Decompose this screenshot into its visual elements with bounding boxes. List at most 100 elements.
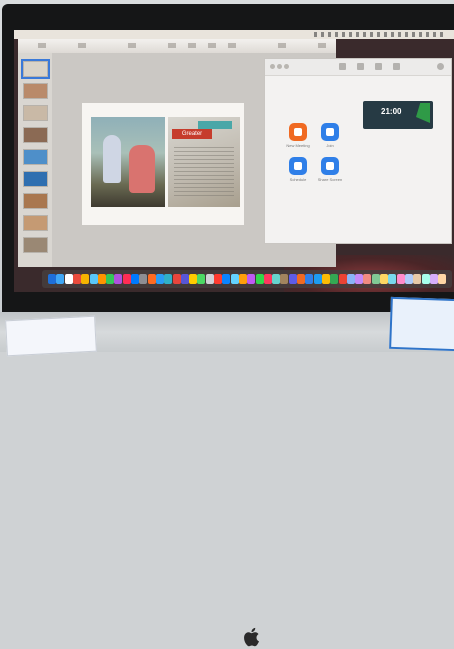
dock-app-icon[interactable] (122, 274, 131, 284)
new-meeting-button[interactable] (289, 123, 307, 141)
share-screen-icon (326, 162, 334, 170)
contacts-tab-icon[interactable] (393, 63, 400, 70)
slide-thumbnail[interactable] (23, 215, 48, 231)
clipping-banner (198, 121, 232, 129)
toolbar-format-icon[interactable] (318, 43, 326, 48)
dock-app-icon[interactable] (288, 274, 297, 284)
dock-app-icon[interactable] (238, 274, 247, 284)
share-screen-button[interactable] (321, 157, 339, 175)
dock-app-icon[interactable] (164, 274, 173, 284)
leaf-graphic-icon (416, 103, 430, 123)
toolbar-share-icon[interactable] (278, 43, 286, 48)
dock-app-icon[interactable] (396, 274, 405, 284)
keynote-toolbar[interactable] (18, 39, 336, 54)
dock-app-icon[interactable] (205, 274, 214, 284)
dock-app-icon[interactable] (313, 274, 322, 284)
sticky-note (389, 296, 454, 352)
photo-person (129, 145, 155, 193)
slide-thumbnail[interactable] (23, 237, 48, 253)
dock-app-icon[interactable] (230, 274, 239, 284)
dock-app-icon[interactable] (222, 274, 231, 284)
slide-thumbnail[interactable] (23, 171, 48, 187)
dock-app-icon[interactable] (321, 274, 330, 284)
home-tab-icon[interactable] (339, 63, 346, 70)
toolbar-text-icon[interactable] (208, 43, 216, 48)
dock-app-icon[interactable] (255, 274, 264, 284)
menu-bar[interactable] (14, 30, 454, 39)
toolbar-view-icon[interactable] (38, 43, 46, 48)
video-camera-icon (294, 128, 302, 136)
dock-app-icon[interactable] (97, 274, 106, 284)
dock-app-icon[interactable] (64, 274, 73, 284)
slide-thumbnail[interactable] (23, 127, 48, 143)
toolbar-chart-icon[interactable] (188, 43, 196, 48)
join-button[interactable] (321, 123, 339, 141)
dock-app-icon[interactable] (346, 274, 355, 284)
imac-monitor: Greater New Meeting Join Schedule Share … (2, 4, 454, 319)
slide-thumbnail[interactable] (21, 59, 50, 79)
dock-app-icon[interactable] (81, 274, 90, 284)
newspaper-clipping[interactable]: Greater (168, 117, 240, 207)
dock-app-icon[interactable] (89, 274, 98, 284)
dock-app-icon[interactable] (355, 274, 364, 284)
menu-bar-status-icons[interactable] (314, 32, 444, 37)
apple-logo-icon (244, 627, 259, 647)
clipping-headline: Greater (172, 129, 212, 139)
photo-person (103, 135, 121, 183)
dock-app-icon[interactable] (272, 274, 281, 284)
avatar[interactable] (437, 63, 444, 70)
clock-card: 21:00 (363, 101, 433, 129)
schedule-button[interactable] (289, 157, 307, 175)
dock-app-icon[interactable] (388, 274, 397, 284)
zoom-window-button[interactable] (284, 64, 289, 69)
dock-app-icon[interactable] (438, 274, 447, 284)
dock-app-icon[interactable] (421, 274, 430, 284)
dock-app-icon[interactable] (48, 274, 56, 284)
plus-icon (326, 128, 334, 136)
dock-app-icon[interactable] (305, 274, 314, 284)
slide-thumbnail[interactable] (23, 105, 48, 121)
toolbar-zoom-icon[interactable] (78, 43, 86, 48)
chat-tab-icon[interactable] (357, 63, 364, 70)
toolbar-play-icon[interactable] (128, 43, 136, 48)
dock-app-icon[interactable] (280, 274, 289, 284)
dock-app-icon[interactable] (180, 274, 189, 284)
dock-app-icon[interactable] (147, 274, 156, 284)
meetings-tab-icon[interactable] (375, 63, 382, 70)
dock-app-icon[interactable] (371, 274, 380, 284)
dock-app-icon[interactable] (413, 274, 422, 284)
dock[interactable] (42, 270, 452, 288)
dock-app-icon[interactable] (297, 274, 305, 284)
dock-app-icon[interactable] (131, 274, 139, 284)
dock-app-icon[interactable] (139, 274, 148, 284)
slide-thumbnail[interactable] (23, 193, 48, 209)
dock-app-icon[interactable] (404, 274, 413, 284)
slide-thumbnail[interactable] (23, 83, 48, 99)
dock-app-icon[interactable] (363, 274, 372, 284)
dock-app-icon[interactable] (263, 274, 272, 284)
minimize-window-button[interactable] (277, 64, 282, 69)
dock-app-icon[interactable] (72, 274, 81, 284)
close-window-button[interactable] (270, 64, 275, 69)
slide-navigator[interactable] (18, 53, 52, 267)
toolbar-shape-icon[interactable] (228, 43, 236, 48)
dock-app-icon[interactable] (172, 274, 181, 284)
dock-app-icon[interactable] (106, 274, 115, 284)
slide-thumbnail[interactable] (23, 149, 48, 165)
dock-app-icon[interactable] (330, 274, 339, 284)
dock-app-icon[interactable] (338, 274, 347, 284)
dock-app-icon[interactable] (214, 274, 222, 284)
dock-app-icon[interactable] (429, 274, 438, 284)
slide[interactable]: Greater (82, 103, 244, 225)
dock-app-icon[interactable] (380, 274, 388, 284)
dock-app-icon[interactable] (155, 274, 164, 284)
toolbar-table-icon[interactable] (168, 43, 176, 48)
dock-app-icon[interactable] (197, 274, 206, 284)
dock-app-icon[interactable] (114, 274, 123, 284)
dock-app-icon[interactable] (247, 274, 256, 284)
slide-photo[interactable] (91, 117, 165, 207)
zoom-titlebar[interactable] (265, 59, 451, 76)
zoom-window[interactable]: New Meeting Join Schedule Share Screen 2… (265, 59, 451, 243)
dock-app-icon[interactable] (189, 274, 198, 284)
dock-app-icon[interactable] (56, 274, 65, 284)
